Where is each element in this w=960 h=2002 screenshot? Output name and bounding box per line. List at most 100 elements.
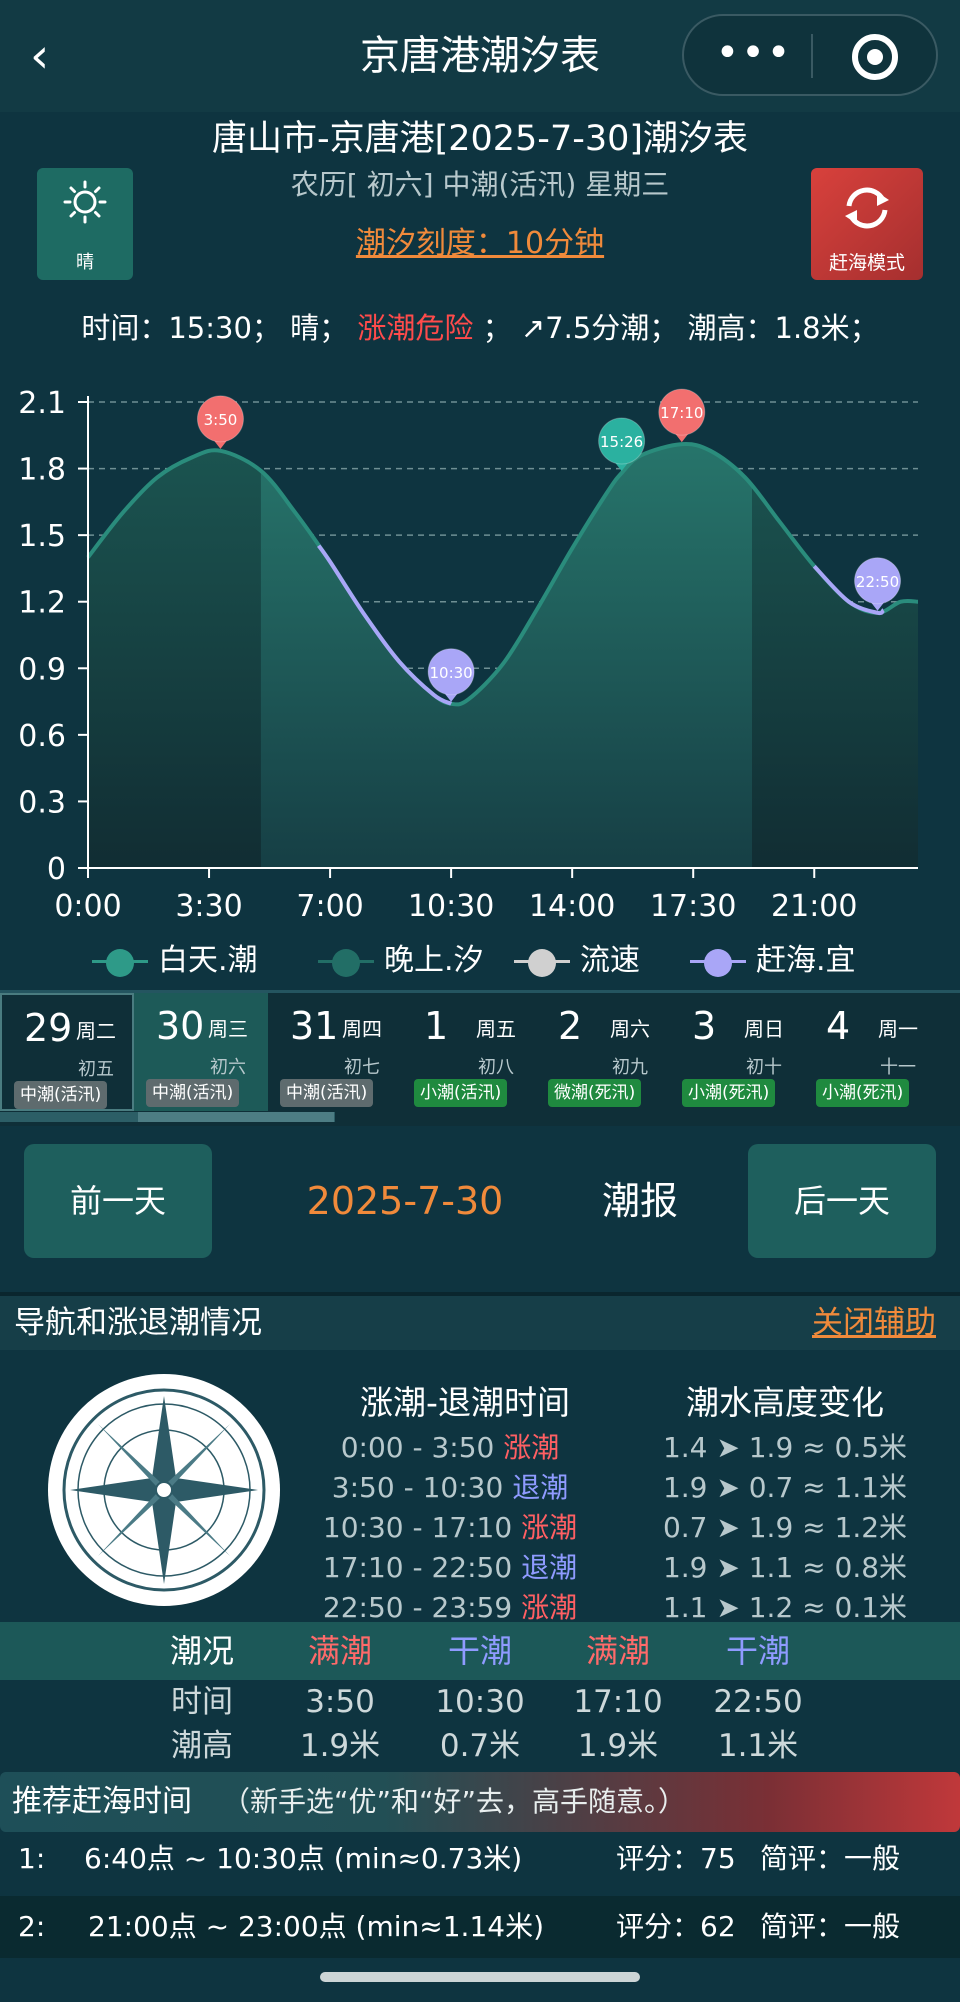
tide-period-range: 22:50 - 23:59 [322,1591,513,1624]
date-item[interactable]: 5 [938,993,960,1111]
summary-height-cell: 0.7米 [439,1728,521,1764]
refresh-icon [845,187,889,229]
beach-mode-button[interactable]: 赶海模式 [811,168,923,280]
summary-height-cell: 1.9米 [577,1728,659,1764]
date-number: 31 [290,1004,339,1048]
weather-button[interactable]: 晴 [37,168,133,280]
summary-header-cell: 潮况 [169,1632,234,1670]
summary-time-cell: 22:50 [713,1684,803,1720]
date-item[interactable]: 3 周日初十 小潮(死汛) [670,993,804,1111]
tide-period-range: 3:50 - 10:30 [331,1471,504,1504]
date-weekday: 周三 [208,1017,248,1041]
date-weekday: 周四 [342,1017,382,1041]
marker-label: 22:50 [856,573,899,591]
recommend-index: 2: [18,1910,46,1943]
tide-marker-high[interactable]: 3:50 [196,395,244,449]
tide-height-change: 1.9 ➤ 1.1 ≈ 0.8米 [662,1551,908,1584]
tide-direction: 涨潮 [521,1591,578,1624]
recommend-score: 评分：62 [616,1910,736,1943]
tide-period-range: 0:00 - 3:50 [340,1431,495,1464]
date-item[interactable]: 2 周六 初九 微潮(死汛) [536,993,670,1111]
summary-height-cell: 1.9米 [299,1728,381,1764]
date-item[interactable]: 1 周五 初八 小潮(活汛) [402,993,536,1111]
recommend-title: 推荐赶海时间 [12,1784,192,1819]
date-item[interactable]: 4 周一 十一 小潮(死汛) [804,993,938,1111]
tide-report-link[interactable]: 潮报 [590,1170,690,1232]
status-danger: 涨潮危险 [357,311,474,345]
tide-type-badge: 小潮(活汛) [414,1079,508,1107]
date-strip-scroll-thumb[interactable] [138,1112,334,1122]
flow-arrow-icon: ↗ [520,311,546,345]
legend-dot-icon [332,949,360,977]
marker-label: 17:10 [660,404,703,422]
legend-dot-icon [704,949,732,977]
date-item[interactable]: 29 周二 初五 中潮(活汛) [0,993,134,1111]
date-lunar: 初九 [612,1057,648,1078]
date-weekday: 周日 [744,1017,784,1041]
location-title: 唐山市-京唐港[2025-7-30]潮汐表 [211,119,749,159]
next-day-button[interactable]: 后一天 [748,1144,936,1258]
date-number: 4 [826,1004,851,1048]
prev-day-button[interactable]: 前一天 [24,1144,212,1258]
date-strip[interactable]: 29 周二 初五 中潮(活汛) 30 周三 初六 中潮(活汛) 31 周四 初七 中潮(活汛) 1 周五初… [0,990,960,1126]
sun-icon [63,180,107,224]
y-tick-label: 0.6 [18,719,66,754]
close-assist-link[interactable]: 关闭辅助 [812,1296,936,1350]
date-item[interactable]: 31 周四 初七 中潮(活汛) [268,993,402,1111]
tide-time-header: 涨潮-退潮时间 [360,1383,570,1422]
tide-change-header: 潮水高度变化 [686,1383,884,1422]
tide-type-badge: 小潮(死汛) [682,1079,776,1107]
date-lunar: 初八 [478,1057,514,1078]
y-tick-label: 1.5 [18,519,66,554]
x-tick-label: 0:00 [54,889,121,924]
close-target-icon[interactable] [852,34,898,80]
date-number: 29 [24,1006,73,1050]
tide-period-range: 10:30 - 17:10 [322,1511,513,1544]
x-tick-label: 7:00 [296,889,363,924]
tide-type-badge: 中潮(活汛) [146,1079,240,1107]
summary-header-cell: 满潮 [307,1632,372,1670]
date-number: 30 [156,1004,205,1048]
x-tick-label: 17:30 [650,889,736,924]
date-lunar: 初七 [344,1057,380,1078]
recommend-item[interactable]: 2: 21:00点 ~ 23:00点 (min≈1.14米) 评分：62 简评：一般 [0,1898,960,1956]
current-date: 2025-7-30 [306,1179,504,1223]
more-icon[interactable]: ••• [714,30,794,80]
back-icon[interactable]: ‹ [30,26,80,86]
date-number: 3 [692,1004,717,1048]
tide-direction: 退潮 [512,1471,569,1504]
weather-label: 晴 [76,252,94,273]
status-time: 时间：15:30； [81,311,281,345]
date-lunar: 初十 [746,1057,782,1078]
tide-period-row: 3:50 - 10:30 退潮 [300,1468,600,1508]
date-weekday: 周二 [76,1019,116,1043]
home-indicator[interactable] [320,1972,640,1982]
tide-period-row: 0:00 - 3:50 涨潮 [300,1428,600,1468]
status-height: 潮高：1.8米； [687,311,879,345]
tide-marker-low[interactable]: 22:50 [854,557,902,611]
miniprogram-capsule: ••• [682,14,938,96]
current-status-line: 时间：15:30； 晴； 涨潮危险 ； ↗7.5分潮； 潮高：1.8米； [0,306,960,350]
y-tick-label: 1.8 [18,453,66,488]
status-sep: ； [482,311,512,345]
recommend-time-range: 6:40点 ~ 10:30点 (min≈0.73米) [84,1842,523,1875]
summary-time-cell: 17:10 [573,1684,663,1720]
status-weather: 晴； [290,311,349,345]
date-item[interactable]: 30 周三 初六 中潮(活汛) [134,993,268,1111]
summary-height-cell: 1.1米 [717,1728,799,1764]
tide-marker-high[interactable]: 17:10 [658,388,706,443]
tide-direction: 涨潮 [521,1511,578,1544]
date-weekday: 周六 [610,1017,650,1041]
summary-height-label: 潮高 [171,1728,233,1764]
tide-chart: 2.1 1.8 1.5 1.2 0.9 0.6 0.3 00:00 3:30 7:00 10:30 1… [18,386,919,924]
tide-period-row: 10:30 - 17:10 涨潮 [300,1508,600,1548]
date-lunar: 初五 [78,1059,114,1080]
recommend-score: 评分：75 [616,1842,736,1875]
recommend-item[interactable]: 1: 6:40点 ~ 10:30点 (min≈0.73米) 评分：75 简评：一般 [0,1830,960,1888]
night-tide-area [88,444,261,868]
marker-label: 3:50 [204,411,238,429]
legend-dot-icon [528,949,556,977]
compass-icon [48,1374,280,1606]
x-tick-label: 14:00 [529,889,615,924]
status-flow: 7.5分潮； [545,311,679,345]
